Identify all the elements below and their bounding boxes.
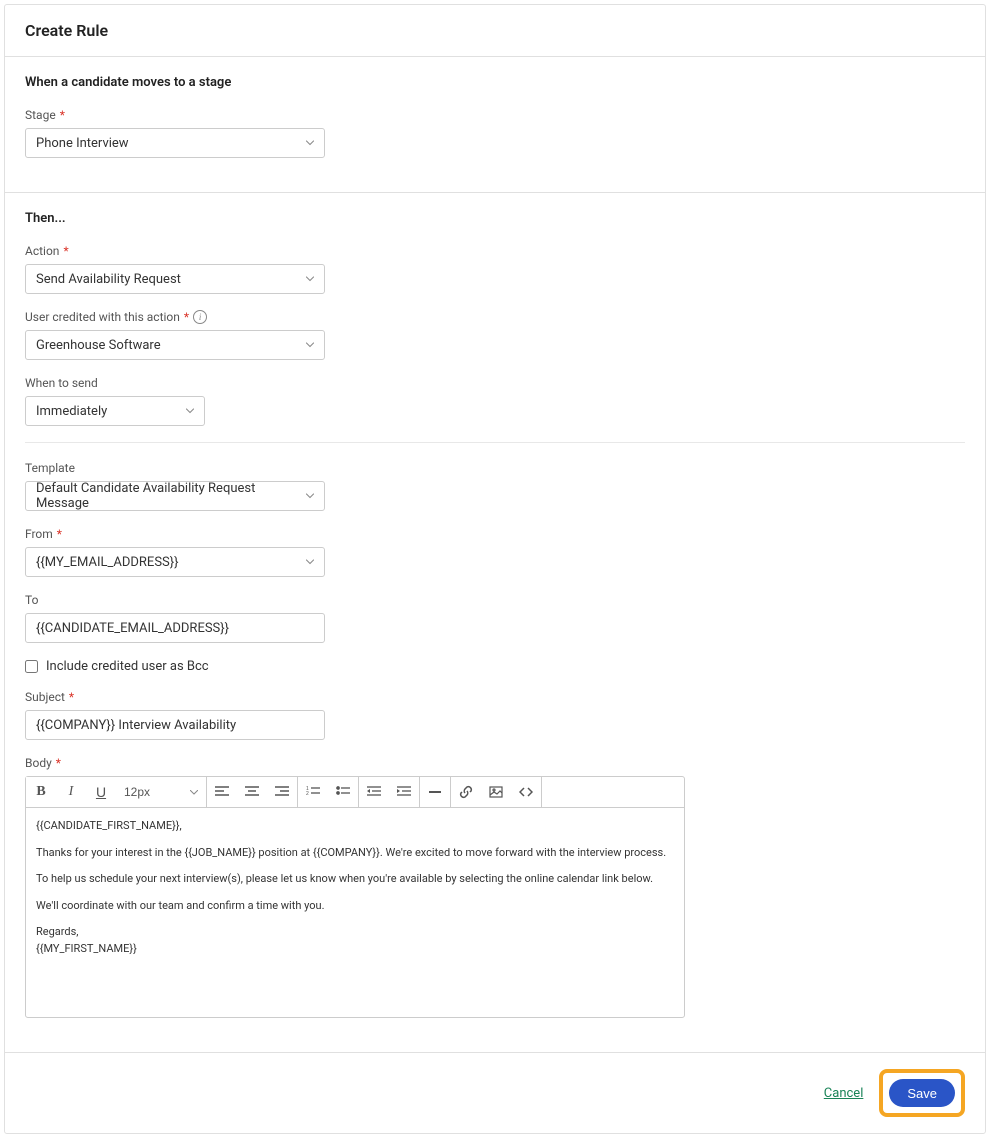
align-right-button[interactable]: [267, 777, 297, 807]
chevron-down-icon: [306, 560, 314, 565]
font-size-select[interactable]: 12px: [116, 777, 206, 807]
save-button[interactable]: Save: [889, 1079, 955, 1107]
bcc-checkbox[interactable]: [25, 660, 38, 673]
action-select[interactable]: Send Availability Request: [25, 264, 325, 294]
action-label: Action*: [25, 244, 965, 258]
required-marker: *: [63, 244, 68, 258]
template-select[interactable]: Default Candidate Availability Request M…: [25, 481, 325, 511]
subject-field: Subject*: [25, 690, 965, 740]
align-left-button[interactable]: [207, 777, 237, 807]
horizontal-rule-button[interactable]: [420, 777, 450, 807]
align-center-button[interactable]: [237, 777, 267, 807]
link-button[interactable]: [451, 777, 481, 807]
code-view-button[interactable]: [511, 777, 541, 807]
when-heading: When a candidate moves to a stage: [25, 75, 965, 90]
editor-toolbar: B I U 12px 12: [26, 777, 684, 808]
from-label: From*: [25, 527, 965, 541]
template-field: Template Default Candidate Availability …: [25, 461, 965, 511]
create-rule-panel: Create Rule When a candidate moves to a …: [4, 4, 986, 1134]
panel-header: Create Rule: [5, 5, 985, 57]
required-marker: *: [60, 108, 65, 122]
subject-label: Subject*: [25, 690, 965, 704]
cancel-button[interactable]: Cancel: [824, 1086, 864, 1101]
unordered-list-button[interactable]: [328, 777, 358, 807]
bcc-checkbox-row: Include credited user as Bcc: [25, 659, 965, 674]
footer: Cancel Save: [5, 1052, 985, 1133]
indent-button[interactable]: [389, 777, 419, 807]
italic-button[interactable]: I: [56, 777, 86, 807]
when-to-send-field: When to send Immediately: [25, 376, 965, 426]
stage-select[interactable]: Phone Interview: [25, 128, 325, 158]
required-marker: *: [56, 756, 61, 770]
ordered-list-button[interactable]: 12: [298, 777, 328, 807]
chevron-down-icon: [186, 409, 194, 414]
to-field: To: [25, 593, 965, 643]
action-value: Send Availability Request: [36, 272, 181, 287]
user-label: User credited with this action* i: [25, 310, 965, 324]
when-to-send-select[interactable]: Immediately: [25, 396, 205, 426]
required-marker: *: [184, 310, 189, 324]
bcc-label: Include credited user as Bcc: [46, 659, 209, 674]
then-heading: Then...: [25, 211, 965, 226]
user-value: Greenhouse Software: [36, 338, 161, 353]
chevron-down-icon: [306, 141, 314, 146]
stage-field: Stage* Phone Interview: [25, 108, 965, 158]
subject-input[interactable]: [25, 710, 325, 740]
svg-text:2: 2: [306, 791, 309, 797]
body-label: Body*: [25, 756, 965, 770]
chevron-down-icon: [306, 494, 314, 499]
body-editor: B I U 12px 12: [25, 776, 685, 1018]
chevron-down-icon: [306, 343, 314, 348]
stage-label: Stage*: [25, 108, 965, 122]
save-highlight: Save: [879, 1069, 965, 1117]
info-icon[interactable]: i: [193, 310, 207, 324]
bold-button[interactable]: B: [26, 777, 56, 807]
when-to-send-label: When to send: [25, 376, 965, 390]
required-marker: *: [69, 690, 74, 704]
required-marker: *: [57, 527, 62, 541]
underline-button[interactable]: U: [86, 777, 116, 807]
template-value: Default Candidate Availability Request M…: [36, 481, 296, 511]
when-to-send-value: Immediately: [36, 404, 107, 419]
stage-value: Phone Interview: [36, 136, 129, 151]
body-textarea[interactable]: {{CANDIDATE_FIRST_NAME}}, Thanks for you…: [26, 808, 684, 1017]
user-select[interactable]: Greenhouse Software: [25, 330, 325, 360]
from-field: From* {{MY_EMAIL_ADDRESS}}: [25, 527, 965, 577]
to-input[interactable]: [25, 613, 325, 643]
body-field: Body* B I U 12px: [25, 756, 965, 1018]
from-value: {{MY_EMAIL_ADDRESS}}: [36, 555, 179, 570]
when-section: When a candidate moves to a stage Stage*…: [5, 57, 985, 192]
image-button[interactable]: [481, 777, 511, 807]
from-select[interactable]: {{MY_EMAIL_ADDRESS}}: [25, 547, 325, 577]
chevron-down-icon: [190, 790, 198, 795]
outdent-button[interactable]: [359, 777, 389, 807]
user-field: User credited with this action* i Greenh…: [25, 310, 965, 360]
to-label: To: [25, 593, 965, 607]
then-section: Then... Action* Send Availability Reques…: [5, 192, 985, 1052]
divider: [25, 442, 965, 443]
action-field: Action* Send Availability Request: [25, 244, 965, 294]
page-title: Create Rule: [25, 21, 965, 40]
template-label: Template: [25, 461, 965, 475]
chevron-down-icon: [306, 277, 314, 282]
